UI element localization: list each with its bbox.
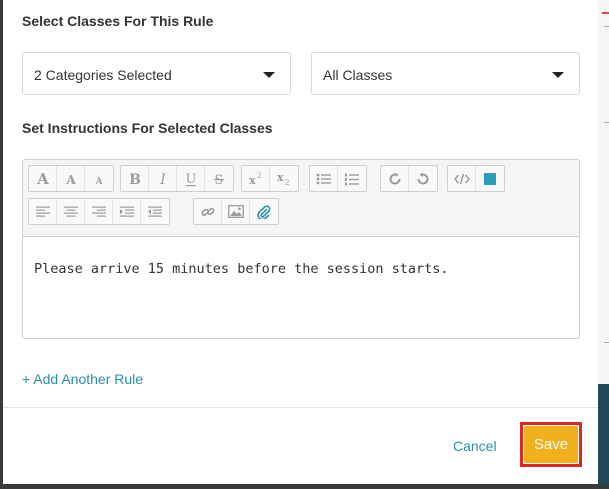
font-size-group: A A A xyxy=(28,165,114,192)
font-size-small-icon[interactable]: A xyxy=(85,166,113,191)
save-button[interactable]: Save xyxy=(524,426,578,463)
svg-text:A: A xyxy=(36,171,49,187)
svg-text:2: 2 xyxy=(285,179,289,186)
outdent-icon[interactable] xyxy=(141,199,169,224)
editor-content[interactable]: Please arrive 15 minutes before the sess… xyxy=(34,261,449,277)
cancel-button[interactable]: Cancel xyxy=(453,438,497,454)
color-picker-icon[interactable] xyxy=(476,166,504,191)
bold-icon[interactable]: B xyxy=(121,166,149,191)
section-title-classes: Select Classes For This Rule xyxy=(22,13,214,29)
svg-text:A: A xyxy=(65,173,76,186)
svg-text:B: B xyxy=(129,172,141,186)
image-icon[interactable] xyxy=(222,199,250,224)
class-select[interactable]: All Classes xyxy=(311,52,580,95)
backdrop-bottom xyxy=(0,484,609,489)
history-group xyxy=(380,165,438,192)
alignment-group xyxy=(28,198,170,225)
category-select[interactable]: 2 Categories Selected xyxy=(22,52,291,95)
section-title-instructions: Set Instructions For Selected Classes xyxy=(22,120,273,136)
align-right-icon[interactable] xyxy=(85,199,113,224)
superscript-icon[interactable]: x2 xyxy=(242,166,270,191)
svg-text:U: U xyxy=(185,172,196,187)
script-group: x2 x2 xyxy=(241,165,299,192)
misc-group xyxy=(447,165,505,192)
subscript-icon[interactable]: x2 xyxy=(270,166,298,191)
text-style-group: B I U S xyxy=(120,165,234,192)
caret-down-icon xyxy=(552,72,564,78)
link-icon[interactable] xyxy=(194,199,222,224)
list-group xyxy=(309,165,367,192)
modal-footer-divider xyxy=(3,407,598,408)
editor-toolbar: A A A B I U S x 2 x 2 xyxy=(23,160,579,237)
rich-text-editor: A A A B I U S x 2 x 2 Please arrive 15 m… xyxy=(22,159,580,339)
svg-text:I: I xyxy=(159,172,166,186)
font-size-medium-icon[interactable]: A xyxy=(57,166,85,191)
insert-group xyxy=(193,198,279,225)
svg-text:x: x xyxy=(277,172,284,184)
align-left-icon[interactable] xyxy=(29,199,57,224)
unordered-list-icon[interactable] xyxy=(310,166,338,191)
code-view-icon[interactable] xyxy=(448,166,476,191)
category-select-value: 2 Categories Selected xyxy=(34,67,172,83)
underline-icon[interactable]: U xyxy=(177,166,205,191)
class-select-value: All Classes xyxy=(323,67,393,83)
add-another-rule-link[interactable]: + Add Another Rule xyxy=(22,371,143,387)
caret-down-icon xyxy=(263,72,275,78)
attachment-icon[interactable] xyxy=(250,199,278,224)
strikethrough-icon[interactable]: S xyxy=(205,166,233,191)
undo-icon[interactable] xyxy=(409,166,437,191)
italic-icon[interactable]: I xyxy=(149,166,177,191)
svg-text:A: A xyxy=(95,177,104,185)
font-size-large-icon[interactable]: A xyxy=(29,166,57,191)
svg-text:2: 2 xyxy=(257,172,261,180)
backdrop-right xyxy=(598,0,609,489)
save-button-highlight: Save xyxy=(520,422,582,467)
indent-icon[interactable] xyxy=(113,199,141,224)
align-center-icon[interactable] xyxy=(57,199,85,224)
svg-text:x: x xyxy=(249,174,256,186)
rule-modal: Select Classes For This Rule 2 Categorie… xyxy=(3,0,598,484)
redo-icon[interactable] xyxy=(381,166,409,191)
ordered-list-icon[interactable] xyxy=(338,166,366,191)
